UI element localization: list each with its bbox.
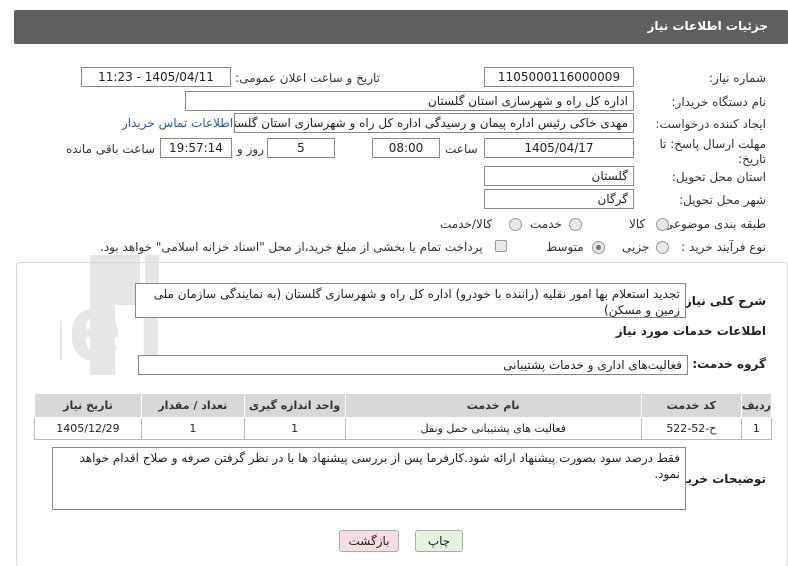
announce-label: تاریخ و ساعت اعلان عمومی: xyxy=(235,71,380,85)
col-date-header: تاریخ نیاز xyxy=(34,393,142,418)
table-header-row: ردیف کد خدمت نام خدمت واحد اندازه گیری ت… xyxy=(34,393,773,418)
need-number-field[interactable]: 1105000116000009 xyxy=(484,67,634,87)
cell-unit: 1 xyxy=(243,417,346,440)
summary-label: شرح کلی نیاز: xyxy=(680,294,766,308)
city-label: شهر محل تحویل: xyxy=(679,193,766,207)
city-field[interactable]: گرگان xyxy=(484,189,634,209)
category-service-radio[interactable] xyxy=(569,218,582,231)
deadline-time-label: ساعت xyxy=(445,142,478,156)
purchase-minor-label: جزیی xyxy=(622,240,650,254)
treasury-bonds-checkbox[interactable] xyxy=(495,240,507,252)
days-field[interactable]: 5 xyxy=(267,138,335,158)
col-name-header: نام خدمت xyxy=(344,393,642,418)
province-label: استان محل تحویل: xyxy=(671,170,766,184)
service-group-label: گروه خدمت: xyxy=(692,357,766,371)
cell-row: 1 xyxy=(740,417,773,440)
days-label: روز و xyxy=(237,142,264,156)
buyer-org-field[interactable]: اداره کل راه و شهرسازی استان گلستان xyxy=(185,91,634,111)
service-group-field[interactable]: فعالیت‌های اداری و خدمات پشتیبانی xyxy=(138,355,688,375)
purchase-type-label: نوع فرآیند خرید : xyxy=(681,240,766,254)
page-header: جزئیات اطلاعات نیاز xyxy=(14,10,788,44)
col-qty-header: تعداد / مقدار xyxy=(140,393,245,418)
purchase-minor-radio[interactable] xyxy=(656,241,669,254)
page-title: جزئیات اطلاعات نیاز xyxy=(647,19,768,33)
col-code-header: کد خدمت xyxy=(640,393,742,418)
cell-qty: 1 xyxy=(140,417,245,440)
purchase-medium-radio[interactable] xyxy=(592,241,605,254)
cell-date: 1405/12/29 xyxy=(34,417,142,440)
requester-label: ایجاد کننده درخواست: xyxy=(655,117,766,131)
category-label: طبقه بندی موضوعی: xyxy=(659,217,766,231)
deadline-label: مهلت ارسال پاسخ: تا تاریخ: xyxy=(659,137,766,166)
back-button[interactable]: بازگشت xyxy=(339,530,399,552)
payment-note: پرداخت تمام یا بخشی از مبلغ خرید،از محل … xyxy=(100,240,483,254)
category-goods-label: کالا xyxy=(629,217,646,231)
category-goods-radio[interactable] xyxy=(656,218,669,231)
province-field[interactable]: گلستان xyxy=(484,166,634,186)
buyer-contact-link[interactable]: اطلاعات تماس خریدار xyxy=(122,116,233,130)
deadline-time-field[interactable]: 08:00 xyxy=(372,138,440,158)
col-unit-header: واحد اندازه گیری xyxy=(243,393,346,418)
services-table: ردیف کد خدمت نام خدمت واحد اندازه گیری ت… xyxy=(34,393,773,440)
announce-date-field[interactable]: 1405/04/11 - 11:23 xyxy=(81,67,231,87)
buyer-notes-textarea[interactable]: فقط درصد سود بصورت پیشنهاد ارائه شود.کار… xyxy=(52,447,686,510)
purchase-medium-label: متوسط xyxy=(546,240,584,254)
deadline-date-field[interactable]: 1405/04/17 xyxy=(484,138,634,158)
services-section-title: اطلاعات خدمات مورد نیاز xyxy=(615,324,766,338)
table-row[interactable]: 1 ح-52-522 فعالیت های پشتیبانی حمل ونقل … xyxy=(34,417,773,440)
category-service-label: خدمت xyxy=(530,217,562,231)
col-row-header: ردیف xyxy=(740,393,773,418)
category-goods-service-radio[interactable] xyxy=(509,218,522,231)
remaining-time-label: ساعت باقی مانده xyxy=(66,142,156,156)
summary-textarea[interactable]: تجدید استعلام بها امور نقلیه (راننده با … xyxy=(135,283,686,318)
requester-field[interactable]: مهدی خاکی رئیس اداره پیمان و رسیدگی ادار… xyxy=(234,113,634,133)
buyer-org-label: نام دستگاه خریدار: xyxy=(671,95,767,109)
category-goods-service-label: کالا/خدمت xyxy=(440,217,493,231)
remaining-time-field[interactable]: 19:57:14 xyxy=(160,138,232,158)
cell-name: فعالیت های پشتیبانی حمل ونقل xyxy=(344,417,642,440)
print-button[interactable]: چاپ xyxy=(415,530,463,552)
need-number-label: شماره نیاز: xyxy=(709,71,766,85)
cell-code: ح-52-522 xyxy=(640,417,742,440)
